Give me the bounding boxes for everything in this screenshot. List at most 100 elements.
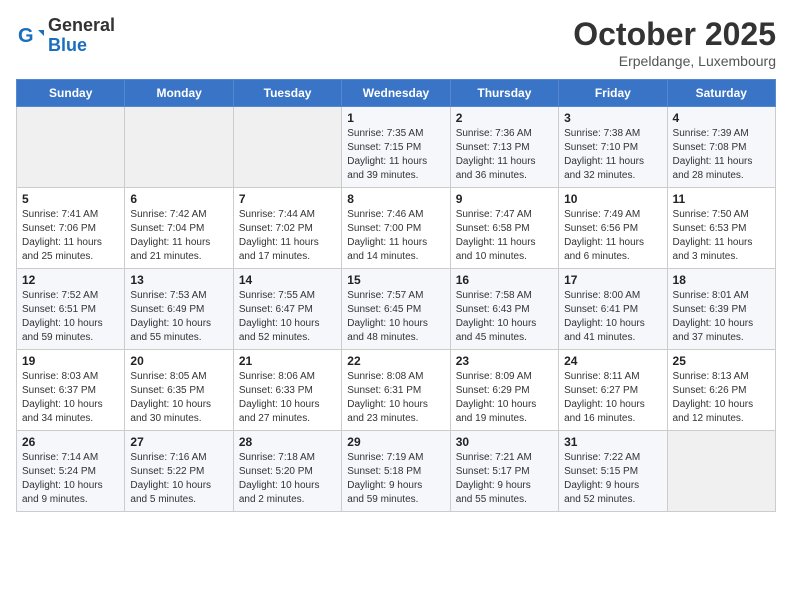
- day-info: Sunrise: 7:53 AM Sunset: 6:49 PM Dayligh…: [130, 289, 227, 345]
- calendar-cell: 29Sunrise: 7:19 AM Sunset: 5:18 PM Dayli…: [342, 431, 450, 512]
- calendar-cell: 9Sunrise: 7:47 AM Sunset: 6:58 PM Daylig…: [450, 188, 558, 269]
- calendar-cell: 31Sunrise: 7:22 AM Sunset: 5:15 PM Dayli…: [559, 431, 667, 512]
- day-number: 23: [456, 354, 553, 368]
- location: Erpeldange, Luxembourg: [573, 53, 776, 69]
- calendar-cell: 22 Sunrise: 8:08 AM Sunset: 6:31 PM Dayli…: [342, 350, 450, 431]
- calendar-week-row: 12Sunrise: 7:52 AM Sunset: 6:51 PM Dayli…: [17, 269, 776, 350]
- calendar-cell: 3Sunrise: 7:38 AM Sunset: 7:10 PM Daylig…: [559, 107, 667, 188]
- calendar-cell: [125, 107, 233, 188]
- day-number: 18: [673, 273, 770, 287]
- calendar-cell: 17Sunrise: 8:00 AM Sunset: 6:41 PM Dayli…: [559, 269, 667, 350]
- day-number: 22: [347, 354, 444, 368]
- day-info: Sunrise: 8:09 AM Sunset: 6:29 PM Dayligh…: [456, 370, 553, 426]
- calendar-week-row: 1 Sunrise: 7:35 AM Sunset: 7:15 PM Daylig…: [17, 107, 776, 188]
- calendar-cell: 13 Sunrise: 7:53 AM Sunset: 6:49 PM Dayli…: [125, 269, 233, 350]
- calendar-cell: [667, 431, 775, 512]
- day-number: 16: [456, 273, 553, 287]
- day-number: 13: [130, 273, 227, 287]
- weekday-header-saturday: Saturday: [667, 80, 775, 107]
- calendar-body: 1 Sunrise: 7:35 AM Sunset: 7:15 PM Daylig…: [17, 107, 776, 512]
- day-number: 31: [564, 435, 661, 449]
- day-number: 25: [673, 354, 770, 368]
- day-number: 3: [564, 111, 661, 125]
- logo-icon: G: [16, 22, 44, 50]
- day-number: 15: [347, 273, 444, 287]
- weekday-header-sunday: Sunday: [17, 80, 125, 107]
- calendar-cell: 19Sunrise: 8:03 AM Sunset: 6:37 PM Dayli…: [17, 350, 125, 431]
- day-number: 27: [130, 435, 227, 449]
- calendar-cell: 20Sunrise: 8:05 AM Sunset: 6:35 PM Dayli…: [125, 350, 233, 431]
- day-info: Sunrise: 7:42 AM Sunset: 7:04 PM Dayligh…: [130, 208, 227, 264]
- calendar-header: SundayMondayTuesdayWednesdayThursdayFrid…: [17, 80, 776, 107]
- calendar-cell: 27 Sunrise: 7:16 AM Sunset: 5:22 PM Dayli…: [125, 431, 233, 512]
- day-number: 29: [347, 435, 444, 449]
- calendar-cell: 6 Sunrise: 7:42 AM Sunset: 7:04 PM Daylig…: [125, 188, 233, 269]
- calendar-cell: 8 Sunrise: 7:46 AM Sunset: 7:00 PM Daylig…: [342, 188, 450, 269]
- day-info: Sunrise: 7:14 AM Sunset: 5:24 PM Dayligh…: [22, 451, 119, 507]
- day-info: Sunrise: 7:39 AM Sunset: 7:08 PM Dayligh…: [673, 127, 770, 183]
- day-info: Sunrise: 7:35 AM Sunset: 7:15 PM Dayligh…: [347, 127, 444, 183]
- calendar-cell: [17, 107, 125, 188]
- day-number: 10: [564, 192, 661, 206]
- calendar-cell: 12Sunrise: 7:52 AM Sunset: 6:51 PM Dayli…: [17, 269, 125, 350]
- day-info: Sunrise: 8:01 AM Sunset: 6:39 PM Dayligh…: [673, 289, 770, 345]
- weekday-header-wednesday: Wednesday: [342, 80, 450, 107]
- logo: G General Blue: [16, 16, 115, 56]
- calendar-cell: 23 Sunrise: 8:09 AM Sunset: 6:29 PM Dayli…: [450, 350, 558, 431]
- weekday-header-row: SundayMondayTuesdayWednesdayThursdayFrid…: [17, 80, 776, 107]
- calendar-table: SundayMondayTuesdayWednesdayThursdayFrid…: [16, 79, 776, 512]
- day-number: 5: [22, 192, 119, 206]
- day-number: 17: [564, 273, 661, 287]
- day-info: Sunrise: 7:21 AM Sunset: 5:17 PM Dayligh…: [456, 451, 553, 507]
- day-number: 30: [456, 435, 553, 449]
- day-info: Sunrise: 8:08 AM Sunset: 6:31 PM Dayligh…: [347, 370, 444, 426]
- day-number: 6: [130, 192, 227, 206]
- calendar-cell: 28 Sunrise: 7:18 AM Sunset: 5:20 PM Dayli…: [233, 431, 341, 512]
- title-area: October 2025 Erpeldange, Luxembourg: [573, 16, 776, 69]
- day-info: Sunrise: 7:16 AM Sunset: 5:22 PM Dayligh…: [130, 451, 227, 507]
- calendar-cell: 15 Sunrise: 7:57 AM Sunset: 6:45 PM Dayli…: [342, 269, 450, 350]
- day-info: Sunrise: 8:06 AM Sunset: 6:33 PM Dayligh…: [239, 370, 336, 426]
- day-number: 7: [239, 192, 336, 206]
- day-info: Sunrise: 7:50 AM Sunset: 6:53 PM Dayligh…: [673, 208, 770, 264]
- logo-blue: Blue: [48, 36, 115, 56]
- weekday-header-monday: Monday: [125, 80, 233, 107]
- calendar-cell: 7 Sunrise: 7:44 AM Sunset: 7:02 PM Daylig…: [233, 188, 341, 269]
- calendar-cell: 25 Sunrise: 8:13 AM Sunset: 6:26 PM Dayli…: [667, 350, 775, 431]
- day-number: 12: [22, 273, 119, 287]
- day-number: 11: [673, 192, 770, 206]
- day-number: 8: [347, 192, 444, 206]
- logo-text: General Blue: [48, 16, 115, 56]
- svg-text:G: G: [18, 25, 34, 47]
- calendar-cell: 10 Sunrise: 7:49 AM Sunset: 6:56 PM Dayli…: [559, 188, 667, 269]
- day-number: 1: [347, 111, 444, 125]
- day-info: Sunrise: 7:57 AM Sunset: 6:45 PM Dayligh…: [347, 289, 444, 345]
- day-info: Sunrise: 7:44 AM Sunset: 7:02 PM Dayligh…: [239, 208, 336, 264]
- weekday-header-friday: Friday: [559, 80, 667, 107]
- day-number: 21: [239, 354, 336, 368]
- day-info: Sunrise: 7:55 AM Sunset: 6:47 PM Dayligh…: [239, 289, 336, 345]
- day-info: Sunrise: 8:13 AM Sunset: 6:26 PM Dayligh…: [673, 370, 770, 426]
- calendar-week-row: 26Sunrise: 7:14 AM Sunset: 5:24 PM Dayli…: [17, 431, 776, 512]
- calendar-cell: 24Sunrise: 8:11 AM Sunset: 6:27 PM Dayli…: [559, 350, 667, 431]
- calendar-cell: 26Sunrise: 7:14 AM Sunset: 5:24 PM Dayli…: [17, 431, 125, 512]
- day-number: 14: [239, 273, 336, 287]
- day-number: 28: [239, 435, 336, 449]
- calendar-cell: 14 Sunrise: 7:55 AM Sunset: 6:47 PM Dayli…: [233, 269, 341, 350]
- calendar-cell: 4Sunrise: 7:39 AM Sunset: 7:08 PM Daylig…: [667, 107, 775, 188]
- day-info: Sunrise: 8:11 AM Sunset: 6:27 PM Dayligh…: [564, 370, 661, 426]
- calendar-week-row: 5Sunrise: 7:41 AM Sunset: 7:06 PM Daylig…: [17, 188, 776, 269]
- calendar-cell: 16Sunrise: 7:58 AM Sunset: 6:43 PM Dayli…: [450, 269, 558, 350]
- calendar-cell: 30 Sunrise: 7:21 AM Sunset: 5:17 PM Dayli…: [450, 431, 558, 512]
- day-number: 9: [456, 192, 553, 206]
- calendar-cell: 2Sunrise: 7:36 AM Sunset: 7:13 PM Daylig…: [450, 107, 558, 188]
- day-info: Sunrise: 7:18 AM Sunset: 5:20 PM Dayligh…: [239, 451, 336, 507]
- calendar-cell: 21 Sunrise: 8:06 AM Sunset: 6:33 PM Dayli…: [233, 350, 341, 431]
- day-info: Sunrise: 7:49 AM Sunset: 6:56 PM Dayligh…: [564, 208, 661, 264]
- weekday-header-tuesday: Tuesday: [233, 80, 341, 107]
- day-info: Sunrise: 7:36 AM Sunset: 7:13 PM Dayligh…: [456, 127, 553, 183]
- calendar-week-row: 19Sunrise: 8:03 AM Sunset: 6:37 PM Dayli…: [17, 350, 776, 431]
- day-info: Sunrise: 7:46 AM Sunset: 7:00 PM Dayligh…: [347, 208, 444, 264]
- day-number: 19: [22, 354, 119, 368]
- weekday-header-thursday: Thursday: [450, 80, 558, 107]
